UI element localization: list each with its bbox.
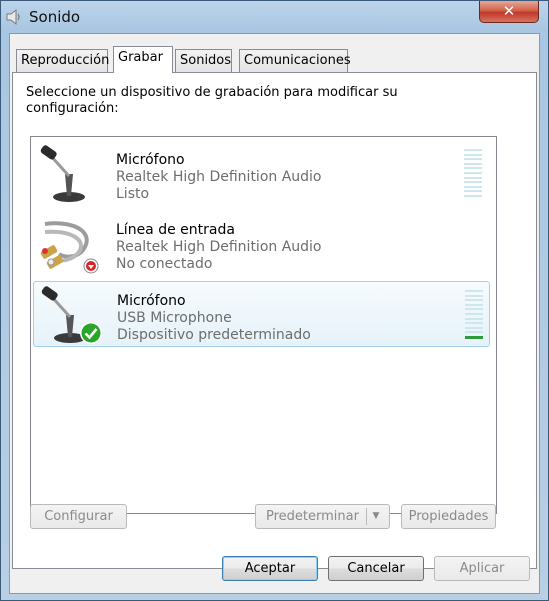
meter-segment (464, 149, 482, 151)
set-default-split-button[interactable]: Predeterminar ▼ (255, 504, 390, 529)
configure-button[interactable]: Configurar (30, 504, 127, 529)
dialog-client-area: Reproducción Grabar Sonidos Comunicacion… (9, 33, 540, 594)
properties-button[interactable]: Propiedades (401, 504, 496, 529)
microphone-icon (40, 145, 85, 202)
tab-label: Comunicaciones (244, 53, 351, 68)
meter-segment (465, 290, 483, 292)
tab-label: Grabar (118, 50, 163, 65)
meter-segment (464, 172, 482, 174)
not-connected-badge-icon (83, 258, 99, 274)
device-status: Listo (116, 186, 150, 202)
level-meter (465, 290, 483, 340)
sound-dialog: Sonido ✕ Reproducción Grabar Sonidos Com… (0, 0, 549, 601)
window-title: Sonido (29, 8, 81, 26)
device-name: Micrófono (116, 152, 185, 168)
meter-segment (465, 294, 483, 297)
meter-segment (465, 336, 483, 339)
split-divider (366, 508, 367, 525)
device-item[interactable]: Micrófono Realtek High Definition Audio … (33, 141, 490, 207)
device-name: Línea de entrada (116, 222, 235, 238)
tab-label: Sonidos (180, 53, 232, 68)
device-item-selected[interactable]: Micrófono USB Microphone Dispositivo pre… (33, 281, 490, 347)
meter-segment (464, 176, 482, 179)
device-description: Realtek High Definition Audio (116, 169, 322, 185)
set-default-label: Predeterminar (266, 509, 359, 524)
cancel-button[interactable]: Cancelar (328, 556, 424, 581)
tab-sonidos[interactable]: Sonidos (175, 49, 232, 73)
device-name: Micrófono (117, 293, 186, 309)
tab-reproduccion[interactable]: Reproducción (16, 49, 110, 73)
default-checkmark-badge-icon (80, 322, 102, 344)
meter-segment (465, 326, 483, 329)
meter-segment (465, 317, 483, 320)
title-bar[interactable]: Sonido ✕ (1, 1, 548, 33)
meter-segment (464, 195, 482, 197)
meter-segment (464, 167, 482, 170)
meter-segment (464, 185, 482, 188)
meter-segment (465, 322, 483, 325)
device-item[interactable]: Línea de entrada Realtek High Definition… (33, 211, 490, 277)
meter-segment (464, 158, 482, 161)
tab-grabar[interactable]: Grabar (113, 46, 173, 73)
instruction-text: Seleccione un dispositivo de grabación p… (26, 85, 398, 116)
tab-comunicaciones[interactable]: Comunicaciones (239, 49, 351, 73)
meter-segment (465, 331, 483, 334)
level-meter (464, 149, 482, 199)
meter-segment (464, 153, 482, 156)
meter-segment (465, 308, 483, 311)
meter-segment (464, 190, 482, 193)
device-description: USB Microphone (117, 310, 232, 326)
device-list[interactable]: Micrófono Realtek High Definition Audio … (30, 136, 497, 514)
meter-segment (465, 313, 483, 315)
meter-segment (465, 303, 483, 306)
close-button[interactable]: ✕ (479, 1, 539, 23)
meter-segment (464, 181, 482, 184)
speaker-icon (6, 8, 20, 26)
tab-label: Reproducción (21, 53, 110, 68)
accept-button[interactable]: Aceptar (222, 556, 318, 581)
meter-segment (464, 162, 482, 165)
apply-button[interactable]: Aplicar (434, 556, 530, 581)
meter-segment (465, 299, 483, 302)
chevron-down-icon[interactable]: ▼ (369, 505, 383, 528)
device-status: Dispositivo predeterminado (117, 327, 311, 343)
device-description: Realtek High Definition Audio (116, 239, 322, 255)
device-status: No conectado (116, 256, 213, 272)
close-icon: ✕ (502, 2, 516, 20)
